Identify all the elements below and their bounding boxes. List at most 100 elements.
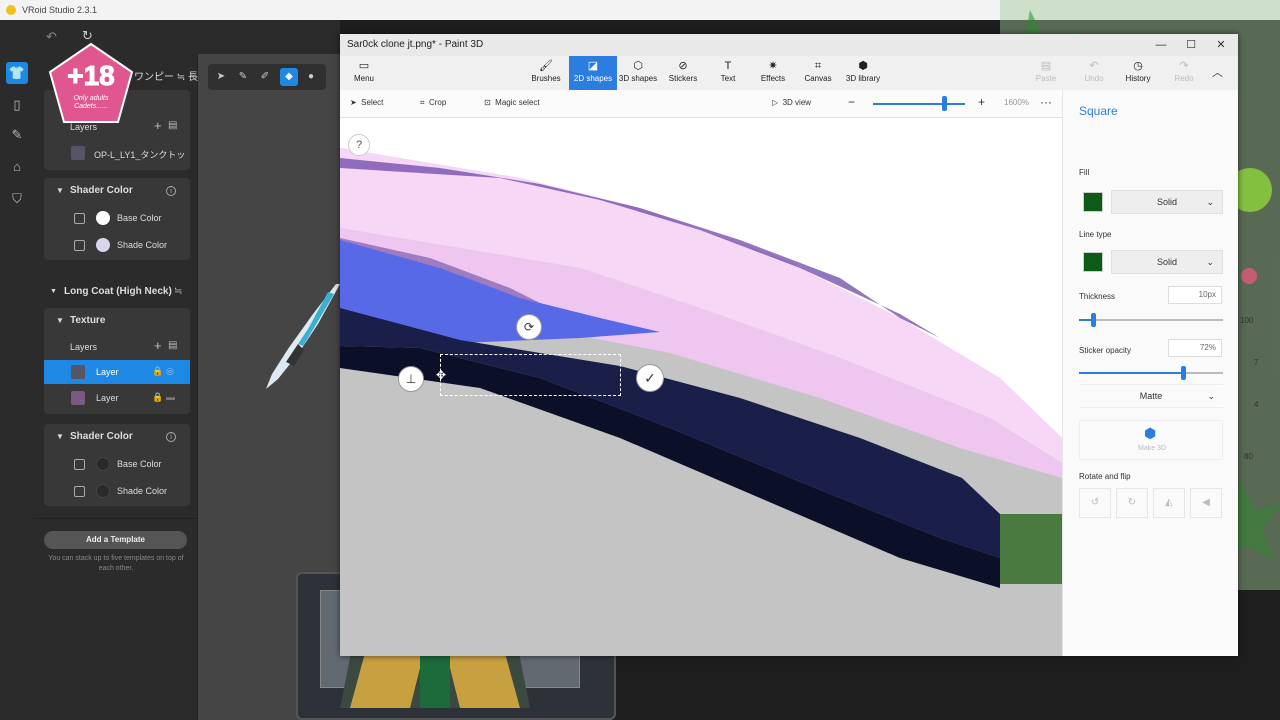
ribbon-stickers[interactable]: ⊘ Stickers: [659, 56, 707, 90]
ribbon-menu[interactable]: ▭ Menu: [340, 56, 388, 90]
opacity-slider-knob[interactable]: [1180, 366, 1186, 380]
base-color-checkbox[interactable]: [74, 213, 85, 224]
more-options-icon[interactable]: ···: [1040, 95, 1052, 109]
layer-name: Layer: [96, 367, 119, 377]
base-color-checkbox[interactable]: [74, 459, 85, 470]
fill-type-dropdown[interactable]: Solid ⌄: [1111, 190, 1223, 214]
ribbon-paste[interactable]: ▤ Paste: [1022, 56, 1070, 90]
vroid-logo-icon: [6, 5, 16, 15]
rotate-left-icon[interactable]: ↺: [1079, 488, 1111, 518]
zoom-slider-thumb[interactable]: [942, 96, 947, 111]
sticker-opacity-input[interactable]: 72%: [1168, 339, 1222, 357]
rotate-handle-icon[interactable]: ⟳: [516, 314, 542, 340]
select-label: Select: [361, 98, 384, 107]
adult-badge: +18 Only adults Cadets......: [48, 42, 134, 126]
magic-select-tool[interactable]: ⊡ Magic select: [484, 98, 540, 107]
base-color-swatch[interactable]: [96, 211, 110, 225]
ribbon-text[interactable]: T Text: [704, 56, 752, 90]
dropper-icon[interactable]: ●: [302, 68, 320, 86]
outfit-icon[interactable]: 👕: [6, 62, 28, 84]
layer-thumbnail: [71, 391, 85, 405]
ribbon-label: Brushes: [531, 74, 561, 83]
info-icon[interactable]: i: [166, 186, 176, 196]
flip-horizontal-icon[interactable]: ◀: [1190, 488, 1222, 518]
add-layer-icon[interactable]: +: [154, 118, 162, 133]
ribbon-label: Canvas: [804, 74, 832, 83]
fill-color-swatch[interactable]: [1083, 192, 1103, 212]
thickness-slider-knob[interactable]: [1091, 313, 1097, 327]
base-color-swatch[interactable]: [96, 457, 110, 471]
paint3d-canvas[interactable]: ? ⟳ ⊥ ✓ ✥: [340, 118, 1062, 656]
ribbon-brushes[interactable]: 🖌 Brushes: [522, 56, 570, 90]
stamp-icon[interactable]: ⊥: [398, 366, 424, 392]
info-icon[interactable]: i: [166, 432, 176, 442]
finish-dropdown[interactable]: Matte ⌄: [1079, 384, 1223, 408]
shield-icon[interactable]: ⛉: [6, 188, 28, 210]
shade-color-swatch[interactable]: [96, 484, 110, 498]
help-icon[interactable]: ?: [348, 134, 370, 156]
collapse-ribbon-icon[interactable]: ︿: [1212, 64, 1223, 80]
shade-color-checkbox[interactable]: [74, 486, 85, 497]
3d-view-toggle[interactable]: ▷ 3D view: [772, 98, 811, 107]
layers-label-2: Layers: [70, 342, 98, 352]
make-3d-button[interactable]: ⬢ Make 3D: [1079, 420, 1223, 460]
collapse-icon[interactable]: ▼: [56, 432, 64, 441]
sticker-opacity-slider[interactable]: [1079, 366, 1223, 380]
select-tool[interactable]: ➤ Select: [350, 98, 383, 107]
ribbon-effects[interactable]: ✷ Effects: [749, 56, 797, 90]
lock-icon[interactable]: 🔒: [152, 366, 163, 377]
shade-color-swatch[interactable]: [96, 238, 110, 252]
layer-thumbnail: [71, 146, 85, 160]
paint3d-subtoolbar: ➤ Select ⌗ Crop ⊡ Magic select ▷ 3D view…: [340, 90, 1062, 118]
pen-icon[interactable]: ✎: [234, 68, 252, 86]
ribbon-canvas[interactable]: ⌗ Canvas: [794, 56, 842, 90]
add-template-button[interactable]: Add a Template: [44, 531, 187, 549]
brush-tool-icon[interactable]: ✎: [6, 124, 28, 146]
line-color-swatch[interactable]: [1083, 252, 1103, 272]
shade-color-checkbox[interactable]: [74, 240, 85, 251]
lock-icon[interactable]: 🔒: [152, 392, 163, 403]
layer-row[interactable]: Layer 🔒 ▬: [44, 386, 190, 410]
ribbon-redo[interactable]: ↷ Redo: [1160, 56, 1208, 90]
zoom-value: 1600%: [1004, 98, 1029, 107]
visibility-icon[interactable]: ▬: [166, 392, 175, 402]
close-window-icon[interactable]: ✕: [1206, 34, 1236, 56]
magic-select-icon: ⊡: [484, 98, 491, 107]
crop-tool[interactable]: ⌗ Crop: [420, 98, 446, 108]
add-layer-icon[interactable]: +: [154, 338, 162, 353]
eraser-icon[interactable]: ✐: [256, 68, 274, 86]
collapse-icon[interactable]: ▼: [50, 288, 57, 295]
zoom-in-icon[interactable]: +: [978, 95, 985, 109]
ribbon-history[interactable]: ◷ History: [1114, 56, 1162, 90]
collapse-icon[interactable]: ▼: [56, 186, 64, 195]
fill-icon[interactable]: ◆: [280, 68, 298, 86]
collapse-icon[interactable]: ▼: [56, 316, 64, 325]
settings-sliders-icon[interactable]: ≒: [174, 286, 182, 297]
move-handle-icon[interactable]: ✥: [436, 368, 446, 382]
ribbon-3d-shapes[interactable]: ⬡ 3D shapes: [614, 56, 662, 90]
confirm-checkmark-icon[interactable]: ✓: [636, 364, 664, 392]
flip-vertical-icon[interactable]: ◭: [1153, 488, 1185, 518]
layer-options-icon[interactable]: ▤: [168, 120, 177, 131]
thickness-slider[interactable]: [1079, 313, 1223, 327]
line-type-dropdown[interactable]: Solid ⌄: [1111, 250, 1223, 274]
rotate-right-icon[interactable]: ↻: [1116, 488, 1148, 518]
overlay-number: 7: [1254, 358, 1259, 367]
paint3d-window: Sar0ck clone jt.png* - Paint 3D — ☐ ✕ ▭ M…: [340, 34, 1238, 656]
ribbon-2d-shapes[interactable]: ◪ 2D shapes: [569, 56, 617, 90]
select-icon[interactable]: ➤: [212, 68, 230, 86]
visibility-icon[interactable]: ◎: [166, 366, 174, 377]
accessory-icon[interactable]: ⌂: [6, 156, 28, 178]
bottoms-icon[interactable]: ▯: [6, 94, 28, 116]
layer-row-selected[interactable]: Layer 🔒 ◎: [44, 360, 190, 384]
maximize-icon[interactable]: ☐: [1176, 34, 1206, 56]
thickness-input[interactable]: 10px: [1168, 286, 1222, 304]
ribbon-undo[interactable]: ↶ Undo: [1070, 56, 1118, 90]
chevron-down-icon: ⌄: [1206, 197, 1214, 207]
shape-selection-box[interactable]: [440, 354, 621, 396]
zoom-out-icon[interactable]: −: [848, 95, 855, 109]
minimize-icon[interactable]: —: [1146, 34, 1176, 56]
ribbon-3d-library[interactable]: ⬢ 3D library: [839, 56, 887, 90]
layer-options-icon[interactable]: ▤: [168, 340, 177, 351]
zoom-slider[interactable]: [873, 103, 965, 105]
